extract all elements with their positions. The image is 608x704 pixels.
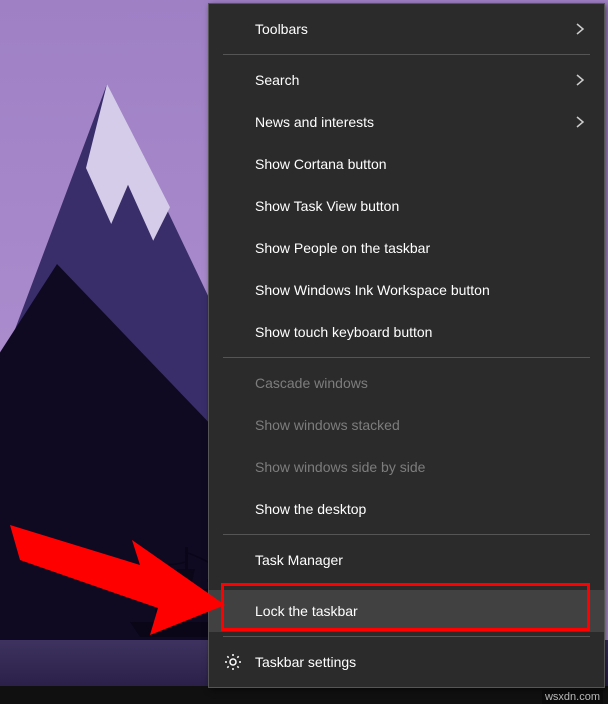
- menu-item-toolbars[interactable]: Toolbars: [209, 8, 604, 50]
- chevron-right-icon: [574, 23, 586, 35]
- menu-label: Lock the taskbar: [255, 603, 358, 619]
- menu-item-touch-keyboard[interactable]: Show touch keyboard button: [209, 311, 604, 353]
- menu-separator: [223, 357, 590, 358]
- menu-label: News and interests: [255, 114, 374, 130]
- menu-item-taskview[interactable]: Show Task View button: [209, 185, 604, 227]
- menu-separator: [223, 534, 590, 535]
- menu-item-ink[interactable]: Show Windows Ink Workspace button: [209, 269, 604, 311]
- menu-label: Toolbars: [255, 21, 308, 37]
- menu-item-cortana[interactable]: Show Cortana button: [209, 143, 604, 185]
- menu-label: Show Task View button: [255, 198, 399, 214]
- menu-label: Show Cortana button: [255, 156, 387, 172]
- menu-item-task-manager[interactable]: Task Manager: [209, 539, 604, 581]
- menu-item-show-desktop[interactable]: Show the desktop: [209, 488, 604, 530]
- menu-item-news[interactable]: News and interests: [209, 101, 604, 143]
- menu-item-cascade: Cascade windows: [209, 362, 604, 404]
- menu-item-search[interactable]: Search: [209, 59, 604, 101]
- menu-item-taskbar-settings[interactable]: Taskbar settings: [209, 641, 604, 683]
- menu-separator: [223, 54, 590, 55]
- menu-label: Task Manager: [255, 552, 343, 568]
- menu-label: Cascade windows: [255, 375, 368, 391]
- menu-separator: [223, 585, 590, 586]
- gear-icon: [223, 652, 243, 672]
- chevron-right-icon: [574, 116, 586, 128]
- menu-label: Show the desktop: [255, 501, 366, 517]
- menu-item-people[interactable]: Show People on the taskbar: [209, 227, 604, 269]
- taskbar[interactable]: [0, 686, 608, 704]
- menu-label: Show Windows Ink Workspace button: [255, 282, 490, 298]
- menu-item-lock-taskbar[interactable]: Lock the taskbar: [209, 590, 604, 632]
- menu-separator: [223, 636, 590, 637]
- menu-item-stacked: Show windows stacked: [209, 404, 604, 446]
- menu-label: Show windows side by side: [255, 459, 425, 475]
- taskbar-context-menu: Toolbars Search News and interests Show …: [208, 3, 605, 688]
- menu-label: Show People on the taskbar: [255, 240, 430, 256]
- watermark: wsxdn.com: [542, 690, 603, 704]
- menu-item-sidebyside: Show windows side by side: [209, 446, 604, 488]
- menu-label: Taskbar settings: [255, 654, 356, 670]
- menu-label: Search: [255, 72, 299, 88]
- annotation-arrow: [10, 495, 225, 635]
- menu-label: Show windows stacked: [255, 417, 400, 433]
- menu-label: Show touch keyboard button: [255, 324, 432, 340]
- chevron-right-icon: [574, 74, 586, 86]
